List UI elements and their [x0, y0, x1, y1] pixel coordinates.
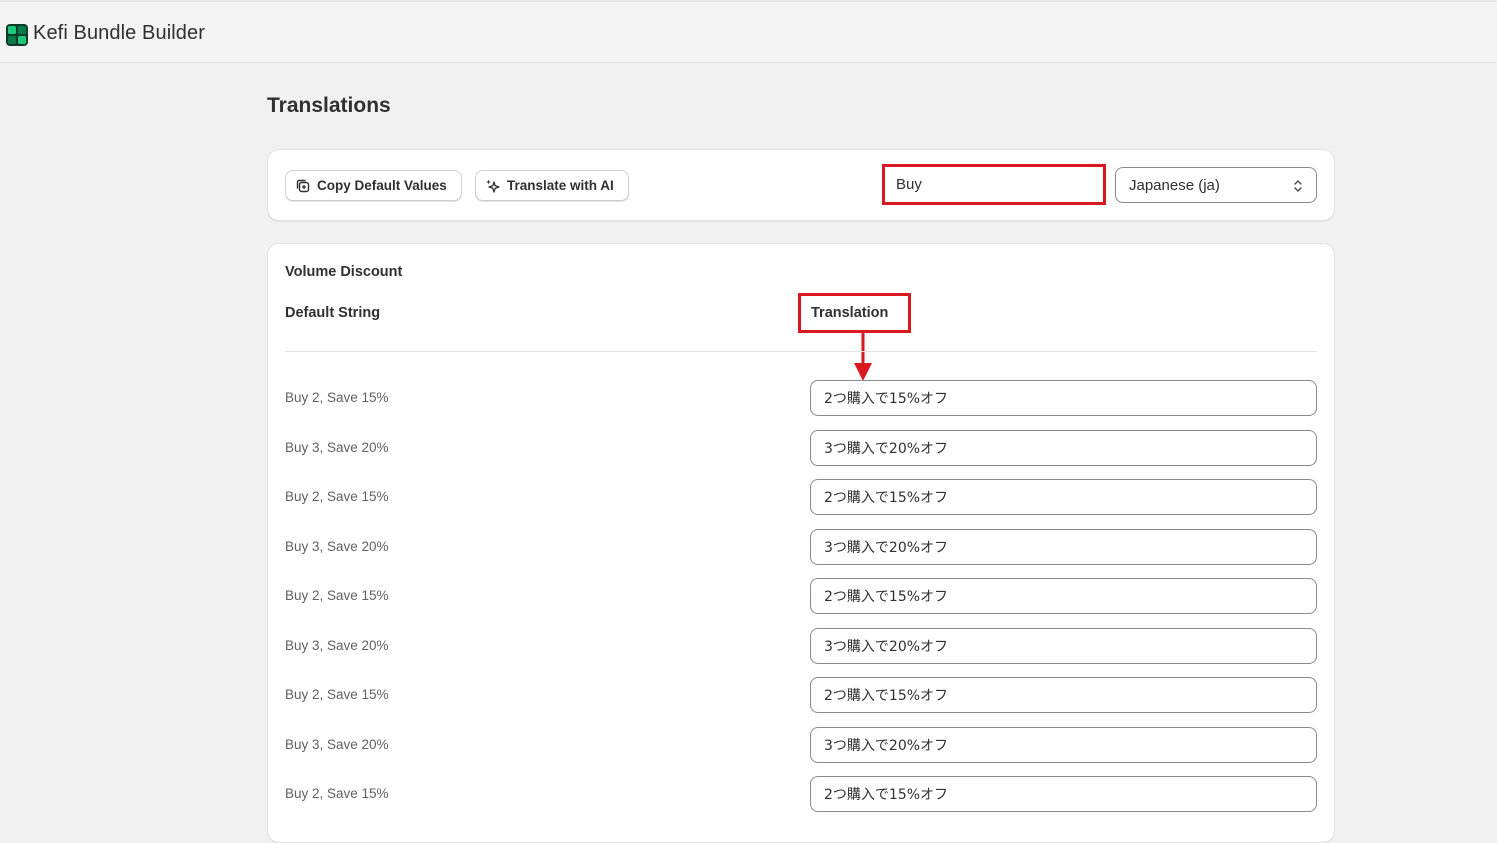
table-row: Buy 2, Save 15% — [285, 479, 1317, 515]
copy-default-values-button[interactable]: Copy Default Values — [285, 170, 462, 201]
translations-card: Volume Discount Default String Translati… — [267, 243, 1335, 843]
table-row: Buy 2, Save 15% — [285, 578, 1317, 614]
default-string: Buy 2, Save 15% — [285, 786, 389, 801]
translation-input[interactable] — [810, 380, 1317, 416]
page-title: Translations — [267, 94, 391, 117]
app-header: Kefi Bundle Builder — [0, 0, 1497, 63]
annotation-arrow-icon — [854, 333, 872, 381]
translation-input[interactable] — [810, 776, 1317, 812]
default-string: Buy 3, Save 20% — [285, 737, 389, 752]
translation-input[interactable] — [810, 430, 1317, 466]
table-row: Buy 3, Save 20% — [285, 529, 1317, 565]
column-header-default-string: Default String — [285, 305, 381, 321]
table-row: Buy 2, Save 15% — [285, 776, 1317, 812]
column-header-translation-label: Translation — [811, 305, 889, 321]
default-string: Buy 2, Save 15% — [285, 390, 389, 405]
copy-default-values-label: Copy Default Values — [317, 178, 447, 193]
column-header-translation: Translation — [798, 293, 911, 333]
section-title: Volume Discount — [285, 264, 403, 280]
table-row: Buy 3, Save 20% — [285, 727, 1317, 763]
translation-input[interactable] — [810, 479, 1317, 515]
table-row: Buy 3, Save 20% — [285, 628, 1317, 664]
table-row: Buy 2, Save 15% — [285, 677, 1317, 713]
default-string: Buy 2, Save 15% — [285, 588, 389, 603]
sparkle-icon — [486, 179, 500, 193]
copy-icon — [296, 179, 310, 192]
header-divider — [285, 351, 1317, 352]
translation-input[interactable] — [810, 677, 1317, 713]
app-title: Kefi Bundle Builder — [33, 22, 206, 44]
default-string: Buy 3, Save 20% — [285, 638, 389, 653]
translation-input[interactable] — [810, 628, 1317, 664]
language-select-value: Japanese (ja) — [1129, 176, 1220, 194]
toolbar-card: Copy Default Values Translate with AI Ja… — [267, 149, 1335, 221]
table-row: Buy 3, Save 20% — [285, 430, 1317, 466]
kefi-logo-icon — [6, 24, 28, 46]
translation-input[interactable] — [810, 578, 1317, 614]
search-input[interactable] — [882, 164, 1106, 205]
default-string: Buy 2, Save 15% — [285, 489, 389, 504]
default-string: Buy 3, Save 20% — [285, 440, 389, 455]
translation-input[interactable] — [810, 529, 1317, 565]
table-row: Buy 2, Save 15% — [285, 380, 1317, 416]
language-select[interactable]: Japanese (ja) — [1115, 167, 1317, 203]
translate-with-ai-label: Translate with AI — [507, 178, 614, 193]
default-string: Buy 3, Save 20% — [285, 539, 389, 554]
select-chevron-icon — [1294, 180, 1302, 192]
default-string: Buy 2, Save 15% — [285, 687, 389, 702]
translation-input[interactable] — [810, 727, 1317, 763]
translate-with-ai-button[interactable]: Translate with AI — [475, 170, 629, 201]
